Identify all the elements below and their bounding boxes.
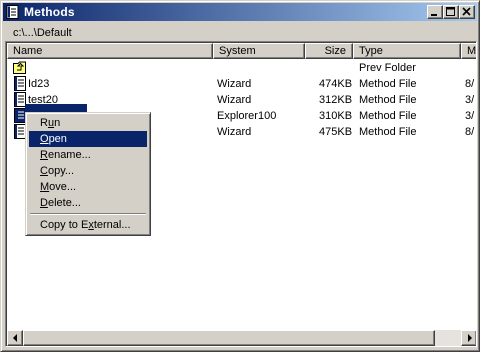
scroll-thumb[interactable] [23,330,435,346]
file-system: Explorer100 [217,110,277,122]
column-header-type[interactable]: Type [353,43,461,59]
path-bar: c:\...\Default [5,25,475,41]
title-bar[interactable]: Methods [3,3,477,21]
menu-item-run[interactable]: Run [29,115,147,131]
arrow-left-icon [13,334,17,342]
file-modified: 3/ [465,110,475,122]
menu-item-rename[interactable]: Rename... [29,147,147,163]
menu-item-copy-to-external[interactable]: Copy to External... [29,217,147,233]
file-type: Prev Folder [359,62,416,74]
selected-name-highlight [25,104,87,112]
file-size: 474KB [319,78,353,90]
maximize-button[interactable] [443,5,459,19]
file-system: Wizard [217,126,252,138]
menu-item-move[interactable]: Move... [29,179,147,195]
horizontal-scrollbar[interactable] [7,330,476,346]
column-header-size[interactable]: Size [305,43,353,59]
list-header: Name System Size Type Mo [7,43,476,59]
scroll-right-button[interactable] [461,330,476,346]
close-button[interactable] [459,5,475,19]
current-path: c:\...\Default [13,27,72,39]
file-system: Wizard [217,94,252,106]
menu-separator [30,213,146,215]
file-modified: 8/ [465,78,475,90]
method-file-icon [14,76,26,91]
column-header-system[interactable]: System [213,43,305,59]
file-size: 475KB [319,126,353,138]
file-type: Method File [359,126,417,138]
methods-window: Methods c:\...\Default Name System Size … [0,0,480,352]
context-menu: Run Open Rename... Copy... Move... Delet… [25,112,151,236]
column-header-modified[interactable]: Mo [461,43,476,59]
window-title: Methods [24,5,75,19]
method-file-icon [6,5,19,19]
file-size: 310KB [319,110,353,122]
file-size: 312KB [319,94,353,106]
column-header-name[interactable]: Name [7,43,213,59]
file-type: Method File [359,110,417,122]
scroll-left-button[interactable] [7,330,23,346]
list-item[interactable]: Id23 Wizard 474KB Method File 8/ [7,76,476,92]
arrow-right-icon [468,334,472,342]
maximize-icon [446,7,455,16]
file-type: Method File [359,94,417,106]
menu-item-open[interactable]: Open [29,131,147,147]
folder-up-icon [13,61,26,74]
menu-item-copy[interactable]: Copy... [29,163,147,179]
file-modified: 3/ [465,94,475,106]
menu-item-delete[interactable]: Delete... [29,195,147,211]
list-item-prev-folder[interactable]: Prev Folder [7,60,476,76]
file-type: Method File [359,78,417,90]
minimize-icon [431,14,437,16]
file-name: Id23 [28,78,50,90]
close-icon [462,7,471,16]
file-system: Wizard [217,78,252,90]
file-modified: 8/ [465,126,475,138]
minimize-button[interactable] [427,5,443,19]
